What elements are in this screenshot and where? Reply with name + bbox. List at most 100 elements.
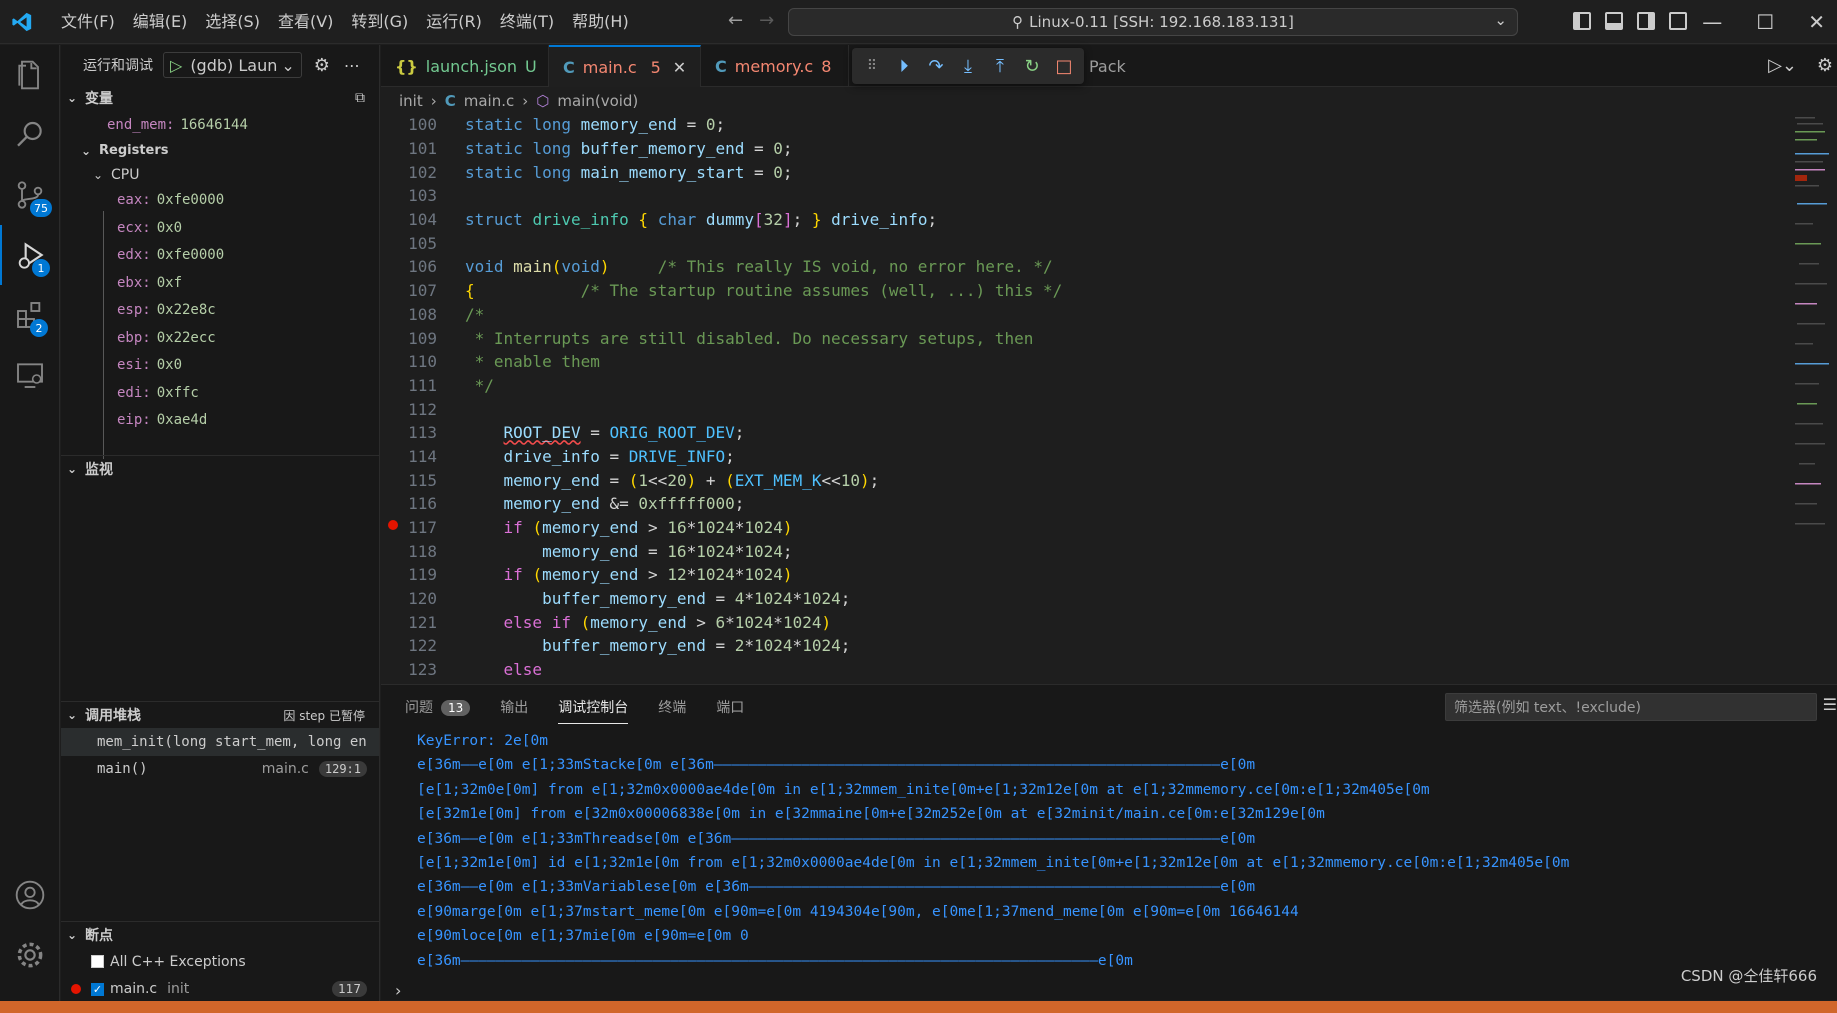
search-activity-icon[interactable]: [0, 105, 60, 165]
search-icon: ⚲: [1012, 13, 1024, 31]
breadcrumb-file[interactable]: main.c: [464, 92, 515, 110]
chevron-down-icon[interactable]: ⌄: [281, 56, 294, 75]
console-line: [e[1;32m1e[0m] id e[1;32m1e[0m from e[1;…: [417, 854, 1570, 871]
restart-icon[interactable]: ↻: [1022, 56, 1042, 77]
run-debug-dropdown-icon[interactable]: ▷⌄: [1768, 55, 1797, 76]
stack-frame[interactable]: mem_init(long start_mem, long en: [61, 728, 379, 756]
code-line: 120 buffer_memory_end = 4*1024*1024;: [381, 587, 1791, 611]
close-icon[interactable]: ✕: [673, 58, 686, 77]
more-icon[interactable]: ⋯: [344, 56, 360, 75]
register-row[interactable]: eip: 0xae4d: [61, 407, 379, 435]
console-prompt-icon[interactable]: ›: [395, 981, 401, 1000]
menu-terminal[interactable]: 终端(T): [491, 0, 563, 44]
extensions-icon[interactable]: 2: [0, 285, 60, 345]
stack-frame[interactable]: main() main.c 129:1: [61, 756, 379, 784]
gear-icon[interactable]: ⚙: [1817, 55, 1833, 76]
menu-view[interactable]: 查看(V): [269, 0, 342, 44]
extensions-badge: 2: [30, 319, 48, 337]
register-row[interactable]: ebp: 0x22ecc: [61, 324, 379, 352]
breadcrumb-folder[interactable]: init: [399, 92, 423, 110]
start-debug-icon[interactable]: ▷: [170, 56, 182, 75]
menu-help[interactable]: 帮助(H): [563, 0, 638, 44]
tab-main-c[interactable]: C main.c 5 ✕: [549, 45, 701, 87]
launch-config-select[interactable]: ▷ (gdb) Laun ⌄: [163, 52, 302, 78]
console-filter-input[interactable]: 筛选器(例如 text、!exclude): [1445, 693, 1817, 721]
code-line: 107{ /* The startup routine assumes (wel…: [381, 279, 1791, 303]
register-name: esi:: [117, 357, 151, 374]
toggle-secondary-sidebar-icon[interactable]: [1637, 12, 1655, 30]
register-row[interactable]: ecx: 0x0: [61, 214, 379, 242]
collapse-all-icon[interactable]: ⧉: [355, 90, 365, 106]
tab-terminal[interactable]: 终端: [658, 697, 686, 717]
cpu-group[interactable]: ⌄ CPU: [61, 163, 379, 187]
code-line: 108/*: [381, 303, 1791, 327]
breakpoint-dot-icon: [71, 984, 81, 995]
minimap[interactable]: [1791, 113, 1837, 543]
close-window-icon[interactable]: ✕: [1808, 10, 1825, 34]
stop-icon[interactable]: □: [1054, 56, 1074, 77]
customize-layout-icon[interactable]: [1669, 12, 1687, 30]
tab-debug-console[interactable]: 调试控制台: [558, 697, 629, 724]
menu-file[interactable]: 文件(F): [52, 0, 124, 44]
watch-section-header[interactable]: ⌄ 监视: [61, 455, 379, 481]
breadcrumb: init › C main.c › ⬡ main(void): [381, 89, 1837, 113]
register-row[interactable]: esi: 0x0: [61, 352, 379, 380]
line-number: 121: [408, 612, 437, 632]
tab-ports[interactable]: 端口: [716, 697, 744, 717]
gear-icon[interactable]: ⚙: [314, 55, 330, 76]
run-debug-icon[interactable]: 1: [0, 225, 60, 285]
breakpoints-section-header[interactable]: ⌄ 断点: [61, 922, 379, 948]
code-editor[interactable]: 100 static long memory_end = 0; 101 static…: [381, 113, 1791, 683]
variable-row[interactable]: end_mem: 16646144: [61, 111, 379, 139]
checkbox-checked[interactable]: ✓: [91, 982, 104, 996]
registers-group[interactable]: ⌄ Registers: [61, 139, 379, 163]
tab-memory-c[interactable]: C memory.c 8: [701, 45, 849, 87]
toggle-panel-icon[interactable]: [1605, 12, 1623, 30]
variables-section-header[interactable]: ⌄ 变量 ⧉: [61, 85, 379, 111]
breadcrumb-symbol[interactable]: main(void): [557, 92, 638, 110]
register-row[interactable]: edx: 0xfe0000: [61, 242, 379, 270]
register-row[interactable]: esp: 0x22e8c: [61, 297, 379, 325]
debug-badge: 1: [32, 259, 50, 277]
back-arrow-icon[interactable]: ←: [728, 10, 743, 31]
menu-edit[interactable]: 编辑(E): [124, 0, 197, 44]
register-row[interactable]: edi: 0xffc: [61, 379, 379, 407]
breakpoint-exceptions-row[interactable]: All C++ Exceptions: [61, 948, 379, 976]
tab-output[interactable]: 输出: [500, 697, 528, 717]
forward-arrow-icon[interactable]: →: [759, 10, 774, 31]
callstack-section-header[interactable]: ⌄ 调用堆栈 因 step 已暂停: [61, 702, 379, 728]
command-center[interactable]: ⚲ Linux-0.11 [SSH: 192.168.183.131] ⌄: [788, 8, 1518, 36]
chevron-down-icon[interactable]: ⌄: [1494, 11, 1507, 29]
drag-handle-icon[interactable]: ⠿: [862, 56, 882, 76]
chevron-down-icon: ⌄: [93, 167, 104, 182]
maximize-icon[interactable]: ☐: [1756, 10, 1774, 34]
menu-selection[interactable]: 选择(S): [196, 0, 269, 44]
minimize-icon[interactable]: —: [1702, 10, 1722, 34]
step-out-icon[interactable]: ⤒: [990, 56, 1010, 77]
tab-problems[interactable]: 问题 13: [405, 697, 471, 717]
breakpoint-dot-icon[interactable]: [388, 520, 398, 530]
chevron-down-icon: ⌄: [67, 91, 78, 105]
cpu-title: CPU: [111, 166, 140, 183]
toggle-primary-sidebar-icon[interactable]: [1573, 12, 1591, 30]
step-into-icon[interactable]: ⤓: [958, 56, 978, 77]
remote-explorer-icon[interactable]: [0, 345, 60, 405]
menu-go[interactable]: 转到(G): [342, 0, 417, 44]
register-row[interactable]: ebx: 0xf: [61, 269, 379, 297]
menu-lines-icon[interactable]: ☰: [1823, 695, 1837, 714]
launch-config-label: (gdb) Laun: [190, 55, 278, 75]
console-line: e[90mloce[0m e[1;37mie[0m e[90m=e[0m 0: [417, 928, 749, 945]
register-row[interactable]: eax: 0xfe0000: [61, 187, 379, 215]
step-over-icon[interactable]: ↷: [926, 56, 946, 77]
continue-icon[interactable]: ⏵: [894, 56, 914, 77]
register-value: 0xfe0000: [156, 247, 225, 264]
menu-run[interactable]: 运行(R): [417, 0, 491, 44]
checkbox-unchecked[interactable]: [91, 955, 104, 969]
tab-launch-json[interactable]: {} launch.json U: [381, 45, 549, 87]
account-icon[interactable]: [0, 865, 60, 925]
explorer-icon[interactable]: [0, 45, 60, 105]
c-file-icon: C: [563, 57, 575, 77]
breakpoint-row[interactable]: ✓ main.c init 117: [61, 976, 379, 1004]
source-control-icon[interactable]: 75: [0, 165, 60, 225]
manage-gear-icon[interactable]: [0, 925, 60, 985]
